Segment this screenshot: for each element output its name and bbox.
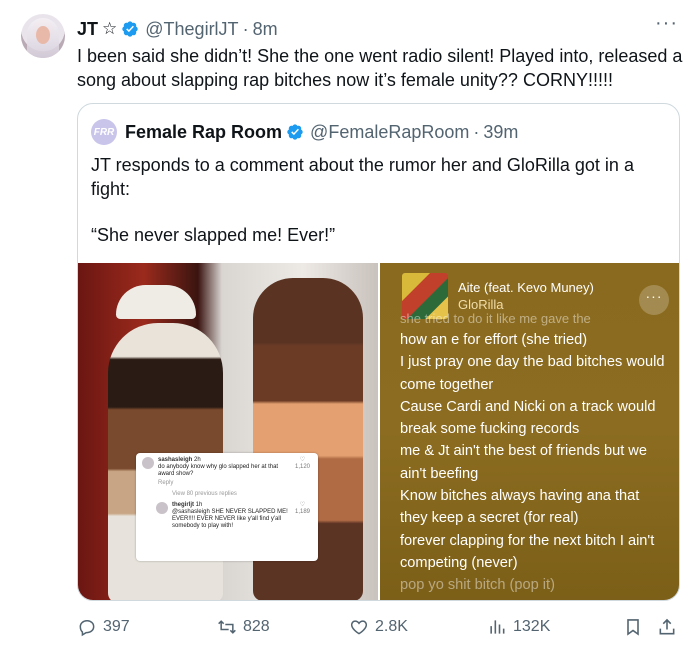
analytics-icon — [490, 620, 505, 634]
reply-count: 397 — [103, 618, 130, 635]
quoted-tweet-text: JT responds to a comment about the rumor… — [91, 155, 634, 199]
comment-screenshot: sashasleigh 2h do anybody know why glo s… — [136, 453, 318, 561]
tweet-header: JT ☆ @ThegirlJT · 8m — [77, 17, 278, 41]
lyric-line: me & Jt ain't the best of friends but we… — [400, 443, 647, 482]
author-name[interactable]: JT — [77, 19, 98, 40]
verified-badge-icon — [122, 21, 138, 37]
tweet-actions: 397 828 2.8K 132K — [77, 615, 687, 639]
author-handle[interactable]: @ThegirlJT — [145, 19, 238, 40]
comment-user: sashasleigh — [158, 457, 193, 463]
commenter-avatar — [142, 457, 154, 469]
lyric-line: pop yo shit bitch (pop it) — [400, 577, 555, 594]
bookmark-icon — [627, 619, 639, 636]
quoted-author-name[interactable]: Female Rap Room — [125, 122, 282, 143]
verified-badge-icon — [287, 124, 303, 140]
view-replies-label: View 80 previous replies — [172, 491, 237, 497]
comment-item: sashasleigh 2h do anybody know why glo s… — [142, 457, 312, 487]
comment-user: thegirljt — [172, 502, 194, 508]
song-artist: GloRilla — [458, 297, 504, 312]
tweet-time[interactable]: 8m — [253, 19, 278, 40]
quoted-tweet-time[interactable]: 39m — [483, 122, 518, 143]
comment-age: 1h — [195, 502, 203, 508]
comment-like: ♡ 1,120 — [295, 457, 310, 471]
heart-icon: ♡ — [299, 457, 306, 463]
share-button[interactable] — [657, 615, 683, 639]
views-button[interactable]: 132K — [487, 615, 550, 639]
view-count: 132K — [513, 618, 551, 635]
author-avatar[interactable] — [21, 14, 65, 58]
song-title: Aite (feat. Kevo Muney) — [458, 280, 594, 295]
separator-dot: · — [473, 121, 480, 142]
lyric-line: she tried to do it like me gave the — [400, 311, 591, 326]
like-count: 2.8K — [375, 618, 408, 635]
avatar-face — [36, 26, 50, 44]
heart-icon — [350, 620, 368, 635]
cap-shape — [116, 285, 196, 319]
commenter-avatar — [156, 502, 168, 514]
comment-like-count: 1,189 — [294, 509, 310, 515]
separator-dot: · — [242, 18, 249, 39]
bookmark-button[interactable] — [623, 615, 649, 639]
reply-button[interactable]: 397 — [77, 615, 130, 639]
comment-text: @sashasleigh SHE NEVER SLAPPED ME! EVER!… — [172, 509, 288, 529]
lyric-line: how an e for effort (she tried) — [400, 332, 588, 348]
comment-reply-label: Reply — [158, 480, 174, 486]
star-badge-icon: ☆ — [102, 19, 118, 38]
frr-logo-avatar[interactable]: FRR — [91, 119, 117, 145]
comment-like-count: 1,120 — [294, 464, 310, 470]
share-icon — [659, 618, 675, 635]
quoted-tweet[interactable]: FRR Female Rap Room @FemaleRapRoom · 39m… — [77, 103, 680, 601]
more-options-icon[interactable]: ··· — [655, 12, 678, 35]
photo-image[interactable]: sashasleigh 2h do anybody know why glo s… — [78, 263, 378, 600]
like-button[interactable]: 2.8K — [349, 615, 408, 639]
repost-icon — [218, 620, 236, 634]
heart-icon: ♡ — [299, 502, 306, 508]
media-grid: sashasleigh 2h do anybody know why glo s… — [78, 263, 679, 600]
repost-button[interactable]: 828 — [217, 615, 270, 639]
tweet-text: I been said she didn’t! She the one went… — [77, 46, 683, 90]
quoted-line: “She never slapped me! Ever!” — [91, 225, 336, 245]
reply-icon — [79, 620, 95, 637]
repost-count: 828 — [243, 618, 270, 635]
quoted-tweet-header: FRR Female Rap Room @FemaleRapRoom · 39m — [91, 119, 518, 145]
lyric-line: forever clapping for the next bitch I ai… — [400, 532, 655, 571]
comment-like: ♡ 1,189 — [295, 502, 310, 516]
comment-text: do anybody know why glo slapped her at t… — [158, 464, 279, 477]
lyrics-screenshot[interactable]: Aite (feat. Kevo Muney) GloRilla ··· she… — [380, 263, 679, 600]
lyric-lines: she tried to do it like me gave the how … — [400, 311, 670, 597]
lyric-line: Cause Cardi and Nicki on a track would b… — [400, 398, 656, 438]
quoted-author-handle[interactable]: @FemaleRapRoom — [310, 122, 469, 143]
lyric-line: Know bitches always having ana that they… — [400, 488, 640, 527]
lyric-line: I just pray one day the bad bitches woul… — [400, 354, 665, 393]
comment-age: 2h — [194, 457, 201, 463]
comment-item: thegirljt 1h @sashasleigh SHE NEVER SLAP… — [156, 502, 312, 530]
